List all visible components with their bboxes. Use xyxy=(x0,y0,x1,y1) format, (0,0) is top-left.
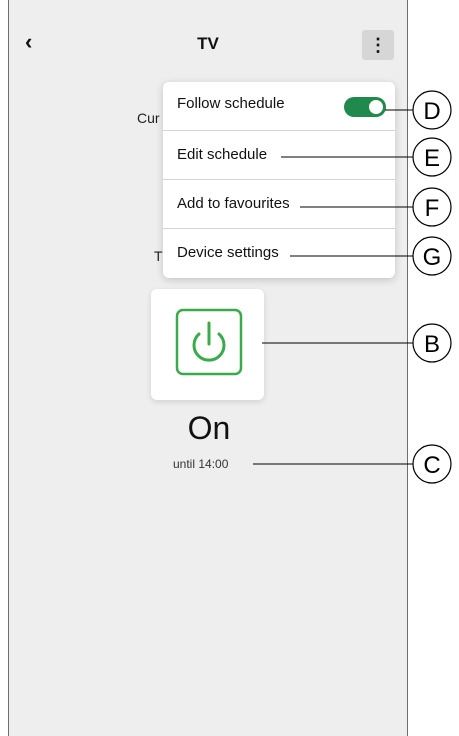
callout-annotations: D E F G B C xyxy=(253,90,452,484)
callout-f: F xyxy=(425,195,440,222)
callout-g: G xyxy=(423,244,442,271)
callout-b: B xyxy=(424,331,440,358)
callout-e: E xyxy=(424,145,440,172)
callout-c: C xyxy=(423,452,440,479)
callout-d: D xyxy=(423,98,440,125)
